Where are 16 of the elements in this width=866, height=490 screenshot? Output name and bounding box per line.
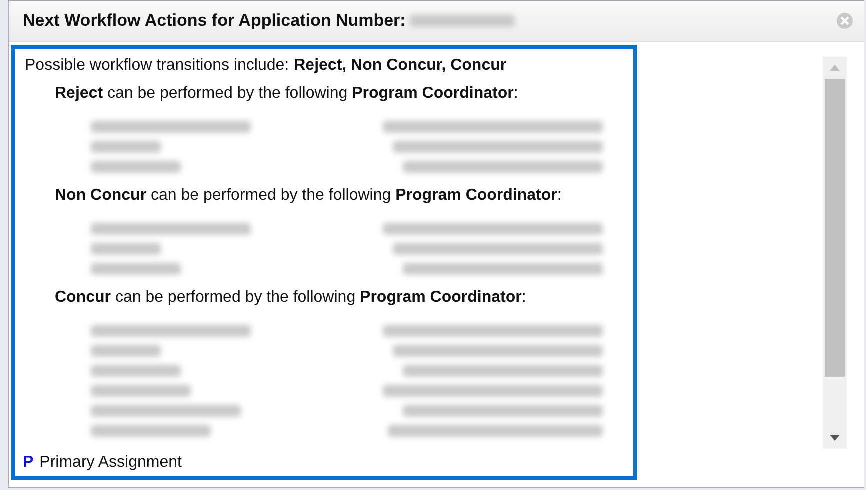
window-title: Next Workflow Actions for Application Number: (23, 11, 406, 31)
legend-label: Primary Assignment (40, 454, 182, 472)
scroll-thumb[interactable] (825, 79, 845, 377)
scrollbar[interactable] (823, 57, 847, 449)
transitions-text: Reject, Non Concur, Concur (294, 57, 507, 75)
intro-text: Possible workflow transitions include: (25, 57, 290, 75)
scroll-down-icon[interactable] (830, 435, 840, 441)
redacted-text (91, 345, 161, 357)
section-heading: Reject can be performed by the following Program Coordinator: (55, 85, 520, 103)
section-heading: Non Concur can be performed by the following Program Coordinator: (55, 187, 563, 205)
scroll-up-icon[interactable] (830, 65, 840, 71)
legend-mark: P (23, 454, 34, 472)
section-heading: Concur can be performed by the following Program Coordinator: (55, 289, 528, 307)
redacted-text (91, 141, 161, 153)
redacted-text (91, 243, 161, 255)
close-icon[interactable] (836, 12, 854, 30)
